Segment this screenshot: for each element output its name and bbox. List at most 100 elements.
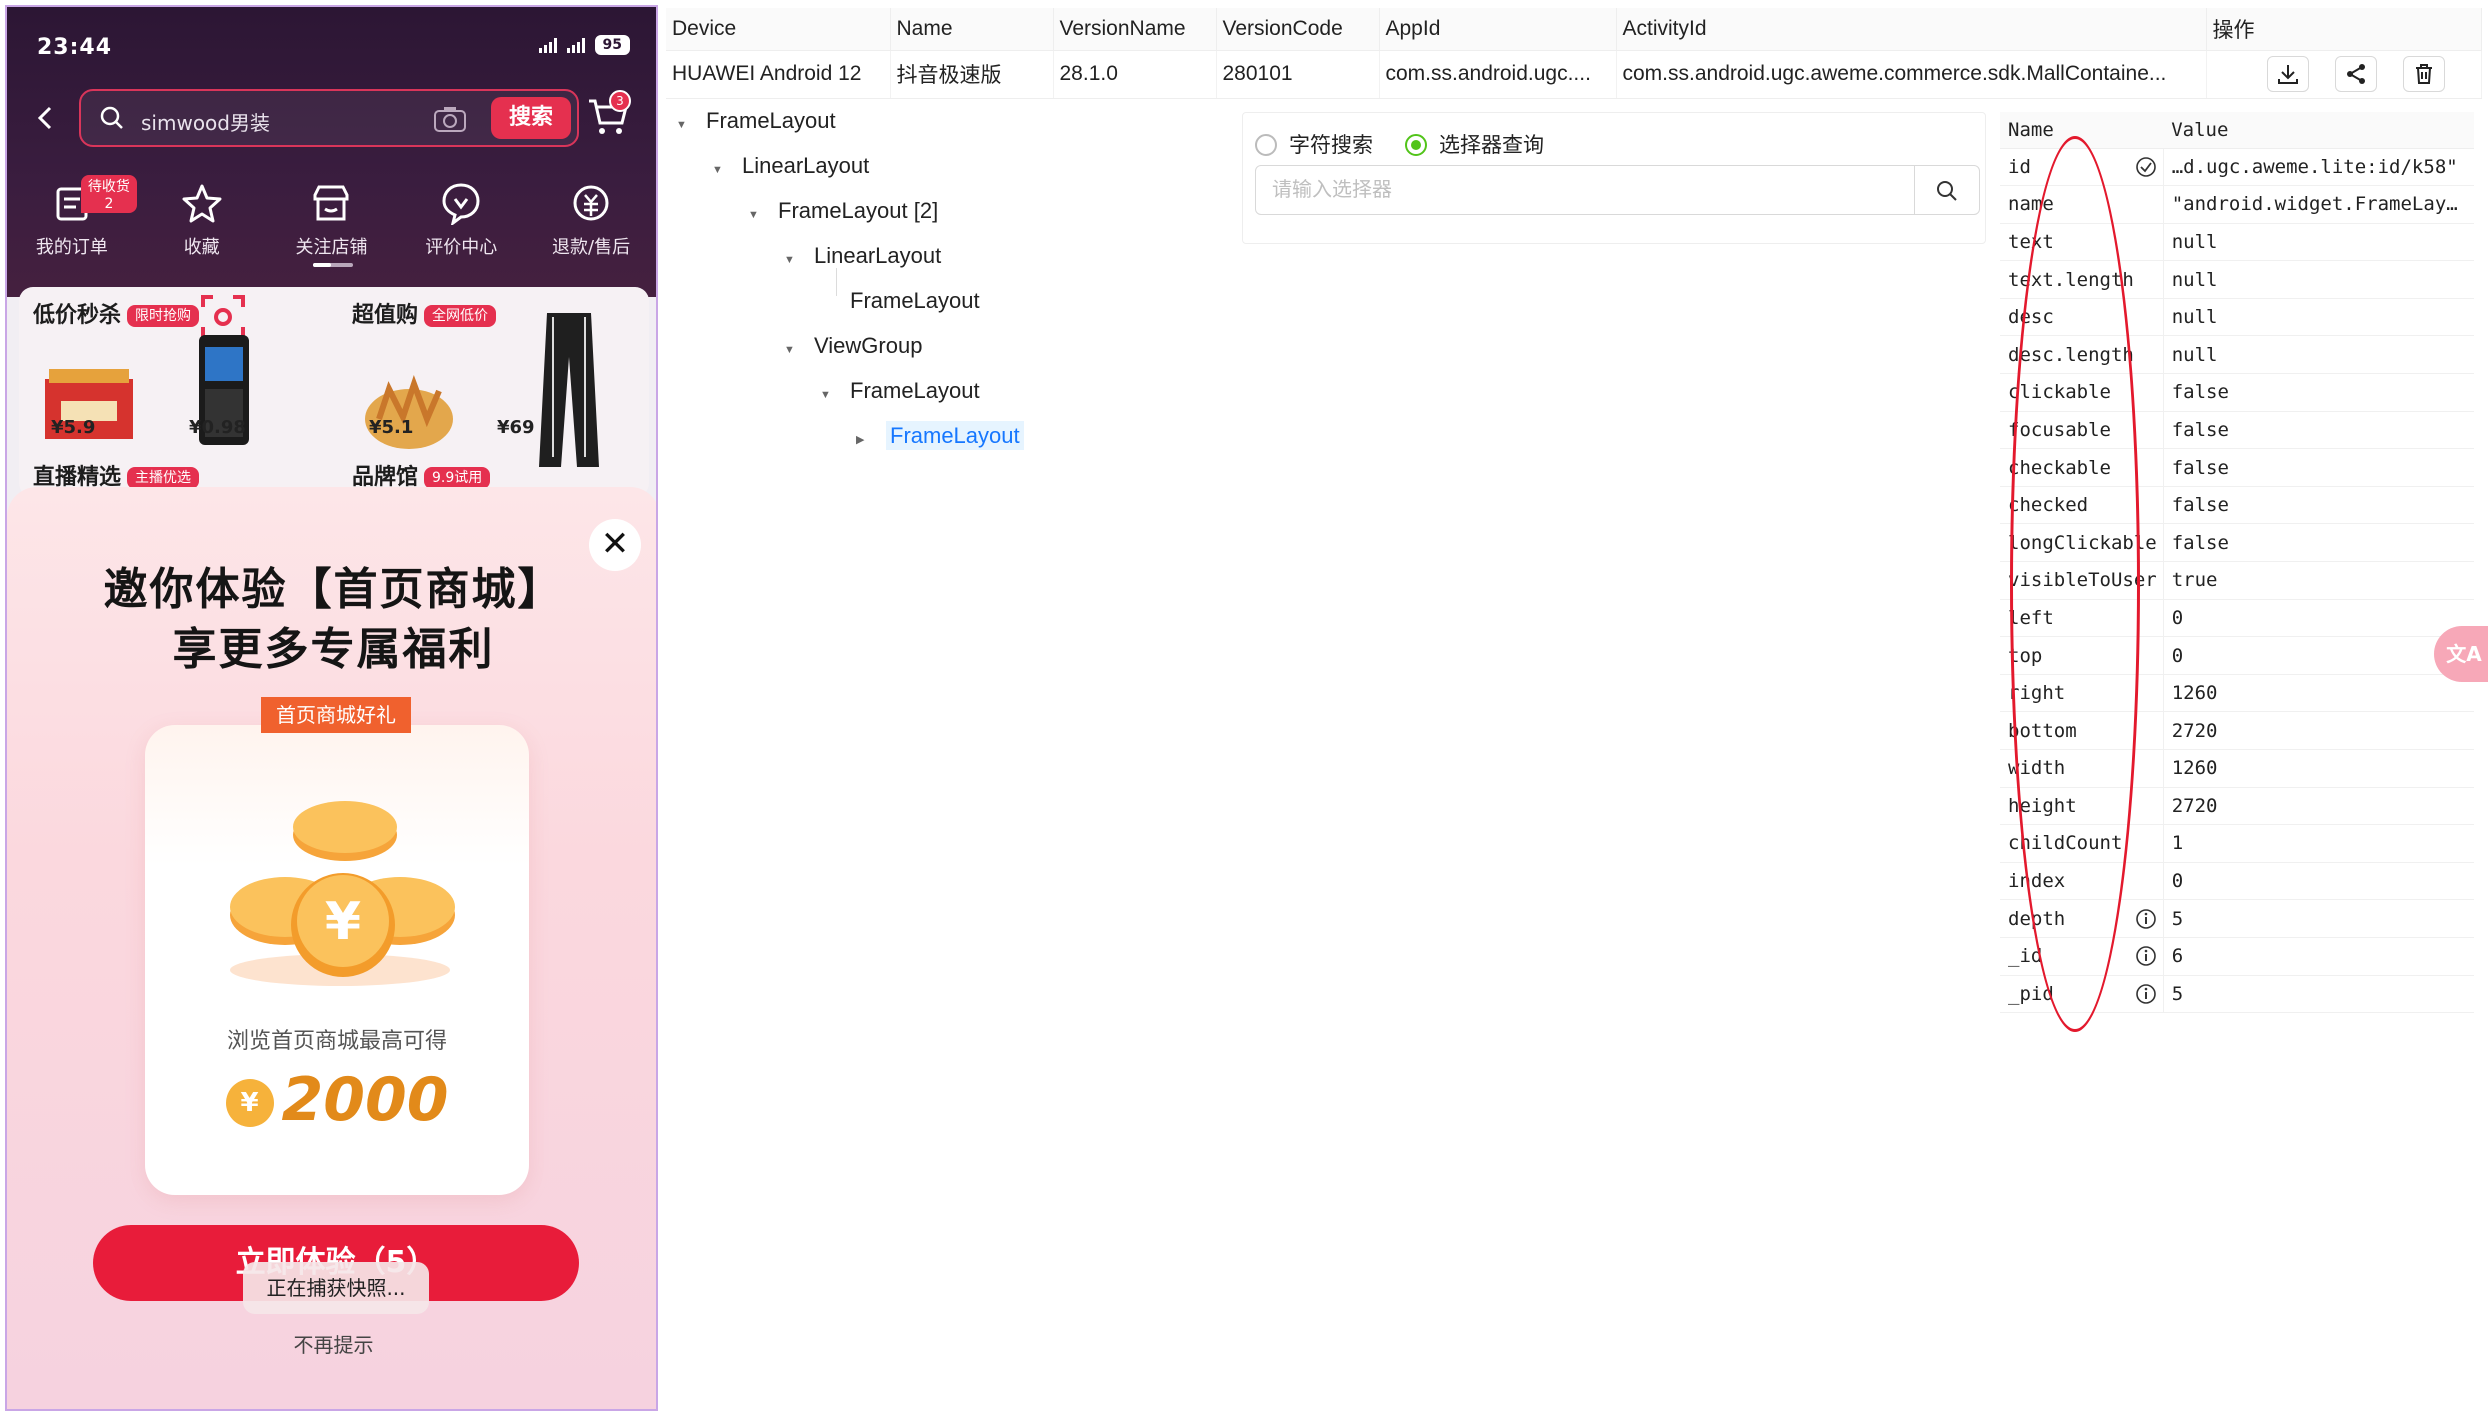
order-shortcut-favorites[interactable]: 收藏 bbox=[137, 167, 267, 277]
table-row[interactable]: _pid 5 bbox=[2000, 975, 2474, 1014]
snapshot-toast: 正在捕获快照... bbox=[243, 1262, 429, 1314]
tree-node[interactable]: FrameLayout bbox=[820, 284, 980, 318]
camera-icon[interactable] bbox=[433, 105, 467, 133]
property-name: top bbox=[2000, 636, 2164, 675]
property-value: false bbox=[2163, 373, 2474, 412]
table-row[interactable]: left 0 bbox=[2000, 599, 2474, 638]
check-circle-icon[interactable] bbox=[2135, 156, 2157, 178]
cell-version-code: 280101 bbox=[1216, 50, 1380, 99]
table-row[interactable]: checked false bbox=[2000, 486, 2474, 525]
search-icon bbox=[1937, 181, 1957, 201]
info-icon[interactable] bbox=[2135, 908, 2157, 930]
tree-node[interactable]: ▼ ViewGroup bbox=[784, 329, 922, 363]
tree-node[interactable]: ▼ LinearLayout bbox=[712, 149, 869, 183]
order-shortcut-reviews[interactable]: 评价中心 bbox=[396, 167, 526, 277]
search-button[interactable]: 搜索 bbox=[491, 97, 571, 139]
back-arrow-icon[interactable] bbox=[31, 103, 61, 133]
status-time: 23:44 bbox=[37, 35, 113, 60]
star-icon bbox=[182, 184, 222, 223]
table-row[interactable]: width 1260 bbox=[2000, 749, 2474, 788]
info-icon[interactable] bbox=[2135, 983, 2157, 1005]
table-row[interactable]: checkable false bbox=[2000, 448, 2474, 487]
cell-device: HUAWEI Android 12 bbox=[666, 50, 891, 99]
gift-description: 浏览首页商城最高可得 bbox=[226, 1029, 447, 1054]
table-row[interactable]: longClickable false bbox=[2000, 523, 2474, 563]
property-name: height bbox=[2000, 787, 2164, 826]
cell-activity-id: com.ss.android.ugc.aweme.commerce.sdk.Ma… bbox=[1616, 50, 2207, 99]
property-name: desc.length bbox=[2000, 335, 2164, 375]
deal-pill: 9.9试用 bbox=[424, 467, 491, 489]
table-row[interactable]: text.length null bbox=[2000, 260, 2474, 299]
gift-card: ¥ 浏览首页商城最高可得 ¥2000 bbox=[145, 725, 529, 1195]
property-value: 6 bbox=[2163, 937, 2474, 976]
caret-down-icon[interactable]: ▼ bbox=[676, 108, 690, 142]
selector-search-button[interactable] bbox=[1914, 165, 1980, 215]
table-row[interactable]: top 0 bbox=[2000, 636, 2474, 675]
product-image bbox=[539, 313, 599, 467]
table-row[interactable]: name "android.widget.FrameLay… bbox=[2000, 185, 2474, 224]
info-icon[interactable] bbox=[2135, 945, 2157, 967]
property-name: _id bbox=[2000, 937, 2164, 976]
caret-down-icon[interactable]: ▼ bbox=[784, 333, 798, 367]
tree-node[interactable]: ▼ FrameLayout bbox=[820, 374, 980, 408]
tree-node[interactable]: ▼ LinearLayout bbox=[784, 239, 941, 273]
column-header: VersionName bbox=[1053, 8, 1217, 51]
selector-input[interactable] bbox=[1255, 165, 1915, 215]
table-row[interactable]: index 0 bbox=[2000, 862, 2474, 901]
radio-text-search[interactable]: 字符搜索 bbox=[1255, 129, 1373, 159]
table-row[interactable]: depth 5 bbox=[2000, 899, 2474, 938]
signal-icon bbox=[538, 37, 557, 53]
order-shortcut-label: 关注店铺 bbox=[295, 237, 368, 258]
table-row[interactable]: clickable false bbox=[2000, 373, 2474, 412]
table-row[interactable]: focusable false bbox=[2000, 411, 2474, 450]
share-button[interactable] bbox=[2335, 56, 2378, 92]
property-name: name bbox=[2000, 185, 2164, 224]
table-row[interactable]: height 2720 bbox=[2000, 787, 2474, 826]
caret-down-icon[interactable]: ▼ bbox=[820, 378, 834, 412]
caret-down-icon[interactable]: ▼ bbox=[784, 243, 798, 277]
tree-guide-line bbox=[836, 268, 837, 296]
review-icon bbox=[442, 183, 480, 227]
property-value: 0 bbox=[2163, 599, 2474, 638]
order-shortcut-my-orders[interactable]: 我的订单 待收货2 bbox=[7, 167, 137, 277]
download-button[interactable] bbox=[2267, 56, 2310, 92]
phone-header: 23:44 95 simwood男装 搜索 3 我的订单 待收货2 收藏 关注店… bbox=[7, 7, 656, 297]
radio-selector-query[interactable]: 选择器查询 bbox=[1405, 129, 1544, 159]
column-header: VersionCode bbox=[1216, 8, 1380, 51]
store-icon bbox=[313, 185, 349, 221]
table-row[interactable]: right 1260 bbox=[2000, 674, 2474, 713]
table-row[interactable]: childCount 1 bbox=[2000, 824, 2474, 863]
table-row[interactable]: visibleToUser true bbox=[2000, 561, 2474, 600]
property-name: width bbox=[2000, 749, 2164, 788]
property-value: false bbox=[2163, 411, 2474, 450]
dont-show-again-link[interactable]: 不再提示 bbox=[7, 1329, 656, 1358]
svg-text:¥: ¥ bbox=[325, 892, 361, 952]
table-row[interactable]: id …d.ugc.aweme.lite:id/k58" bbox=[2000, 148, 2474, 187]
gift-amount: ¥2000 bbox=[145, 1065, 529, 1135]
order-shortcut-label: 收藏 bbox=[183, 237, 220, 258]
property-name: index bbox=[2000, 862, 2164, 901]
property-value: 1260 bbox=[2163, 749, 2474, 788]
delete-button[interactable] bbox=[2403, 56, 2445, 92]
device-screenshot[interactable]: 23:44 95 simwood男装 搜索 3 我的订单 待收货2 收藏 关注店… bbox=[5, 5, 658, 1411]
tree-node[interactable]: ▼ FrameLayout [2] bbox=[748, 194, 938, 228]
deal-title-value: 超值购 全网低价 bbox=[352, 297, 497, 329]
tree-node[interactable]: ▼ FrameLayout bbox=[676, 104, 836, 138]
order-shortcut-refund[interactable]: 退款/售后 bbox=[526, 167, 656, 277]
deals-card[interactable]: 低价秒杀 限时抢购 超值购 全网低价 ¥5.9 ¥0.98 ¥5.1 ¥69 直播精… bbox=[19, 287, 649, 497]
table-row[interactable]: desc.length null bbox=[2000, 335, 2474, 375]
table-row[interactable]: bottom 2720 bbox=[2000, 711, 2474, 750]
caret-down-icon[interactable]: ▼ bbox=[748, 198, 762, 232]
table-row[interactable]: text null bbox=[2000, 223, 2474, 262]
table-row[interactable]: desc null bbox=[2000, 298, 2474, 337]
translate-button[interactable]: 文A bbox=[2434, 626, 2488, 682]
table-row[interactable]: _id 6 bbox=[2000, 937, 2474, 976]
property-name: visibleToUser bbox=[2000, 561, 2164, 600]
table-header-row: Name Value bbox=[2000, 112, 2474, 149]
caret-down-icon[interactable]: ▼ bbox=[712, 153, 726, 187]
caret-right-icon[interactable]: ▶ bbox=[856, 423, 870, 457]
property-value: 5 bbox=[2163, 899, 2474, 938]
tree-node-selected[interactable]: ▶ FrameLayout bbox=[856, 419, 1024, 453]
search-input[interactable]: simwood男装 搜索 bbox=[79, 89, 579, 147]
order-shortcut-followed-stores[interactable]: 关注店铺 bbox=[267, 167, 397, 277]
